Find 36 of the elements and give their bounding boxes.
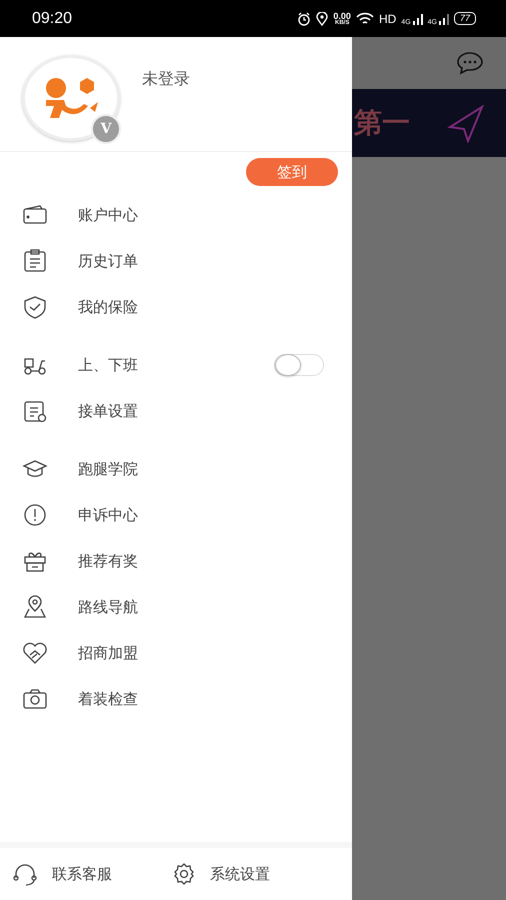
camera-icon — [22, 687, 48, 711]
clipboard-icon — [22, 249, 48, 273]
user-name[interactable]: 未登录 — [142, 69, 190, 90]
chat-icon[interactable] — [456, 51, 484, 75]
alert-icon — [22, 503, 48, 527]
toggle-switch[interactable] — [274, 354, 324, 376]
menu-item[interactable]: 路线导航 — [0, 584, 352, 630]
paper-plane-icon — [446, 103, 486, 143]
wifi-icon — [356, 12, 374, 26]
banner-title: 第一 — [354, 105, 410, 141]
battery-level: 77 — [454, 12, 476, 25]
menu-item[interactable]: 着装检查 — [0, 676, 352, 722]
menu-item[interactable]: 历史订单 — [0, 238, 352, 284]
menu-item[interactable]: 推荐有奖 — [0, 538, 352, 584]
location-icon — [316, 12, 328, 26]
headset-icon — [12, 862, 38, 886]
signal-icon — [438, 12, 449, 24]
menu-item[interactable]: 接单设置 — [0, 388, 352, 434]
menu-item[interactable]: 跑腿学院 — [0, 446, 352, 492]
shield-icon — [22, 295, 48, 319]
hd-label: HD — [378, 12, 396, 26]
footer-link[interactable]: 联系客服 — [12, 862, 112, 886]
settings-icon — [172, 862, 196, 886]
map-pin-icon — [22, 595, 48, 619]
footer-link[interactable]: 系统设置 — [172, 862, 270, 886]
menu-item[interactable]: 我的保险 — [0, 284, 352, 330]
alarm-icon — [297, 12, 312, 26]
menu-item[interactable]: 申诉中心 — [0, 492, 352, 538]
handshake-icon — [22, 641, 48, 665]
signal-icon — [412, 12, 423, 24]
vip-badge: V — [91, 114, 121, 144]
clock: 09:20 — [32, 10, 72, 28]
speed-value: 0.00 — [333, 12, 351, 20]
menu-item[interactable]: 上、下班 — [0, 342, 352, 388]
menu-item[interactable]: 招商加盟 — [0, 630, 352, 676]
menu-item[interactable]: 账户中心 — [0, 192, 352, 238]
